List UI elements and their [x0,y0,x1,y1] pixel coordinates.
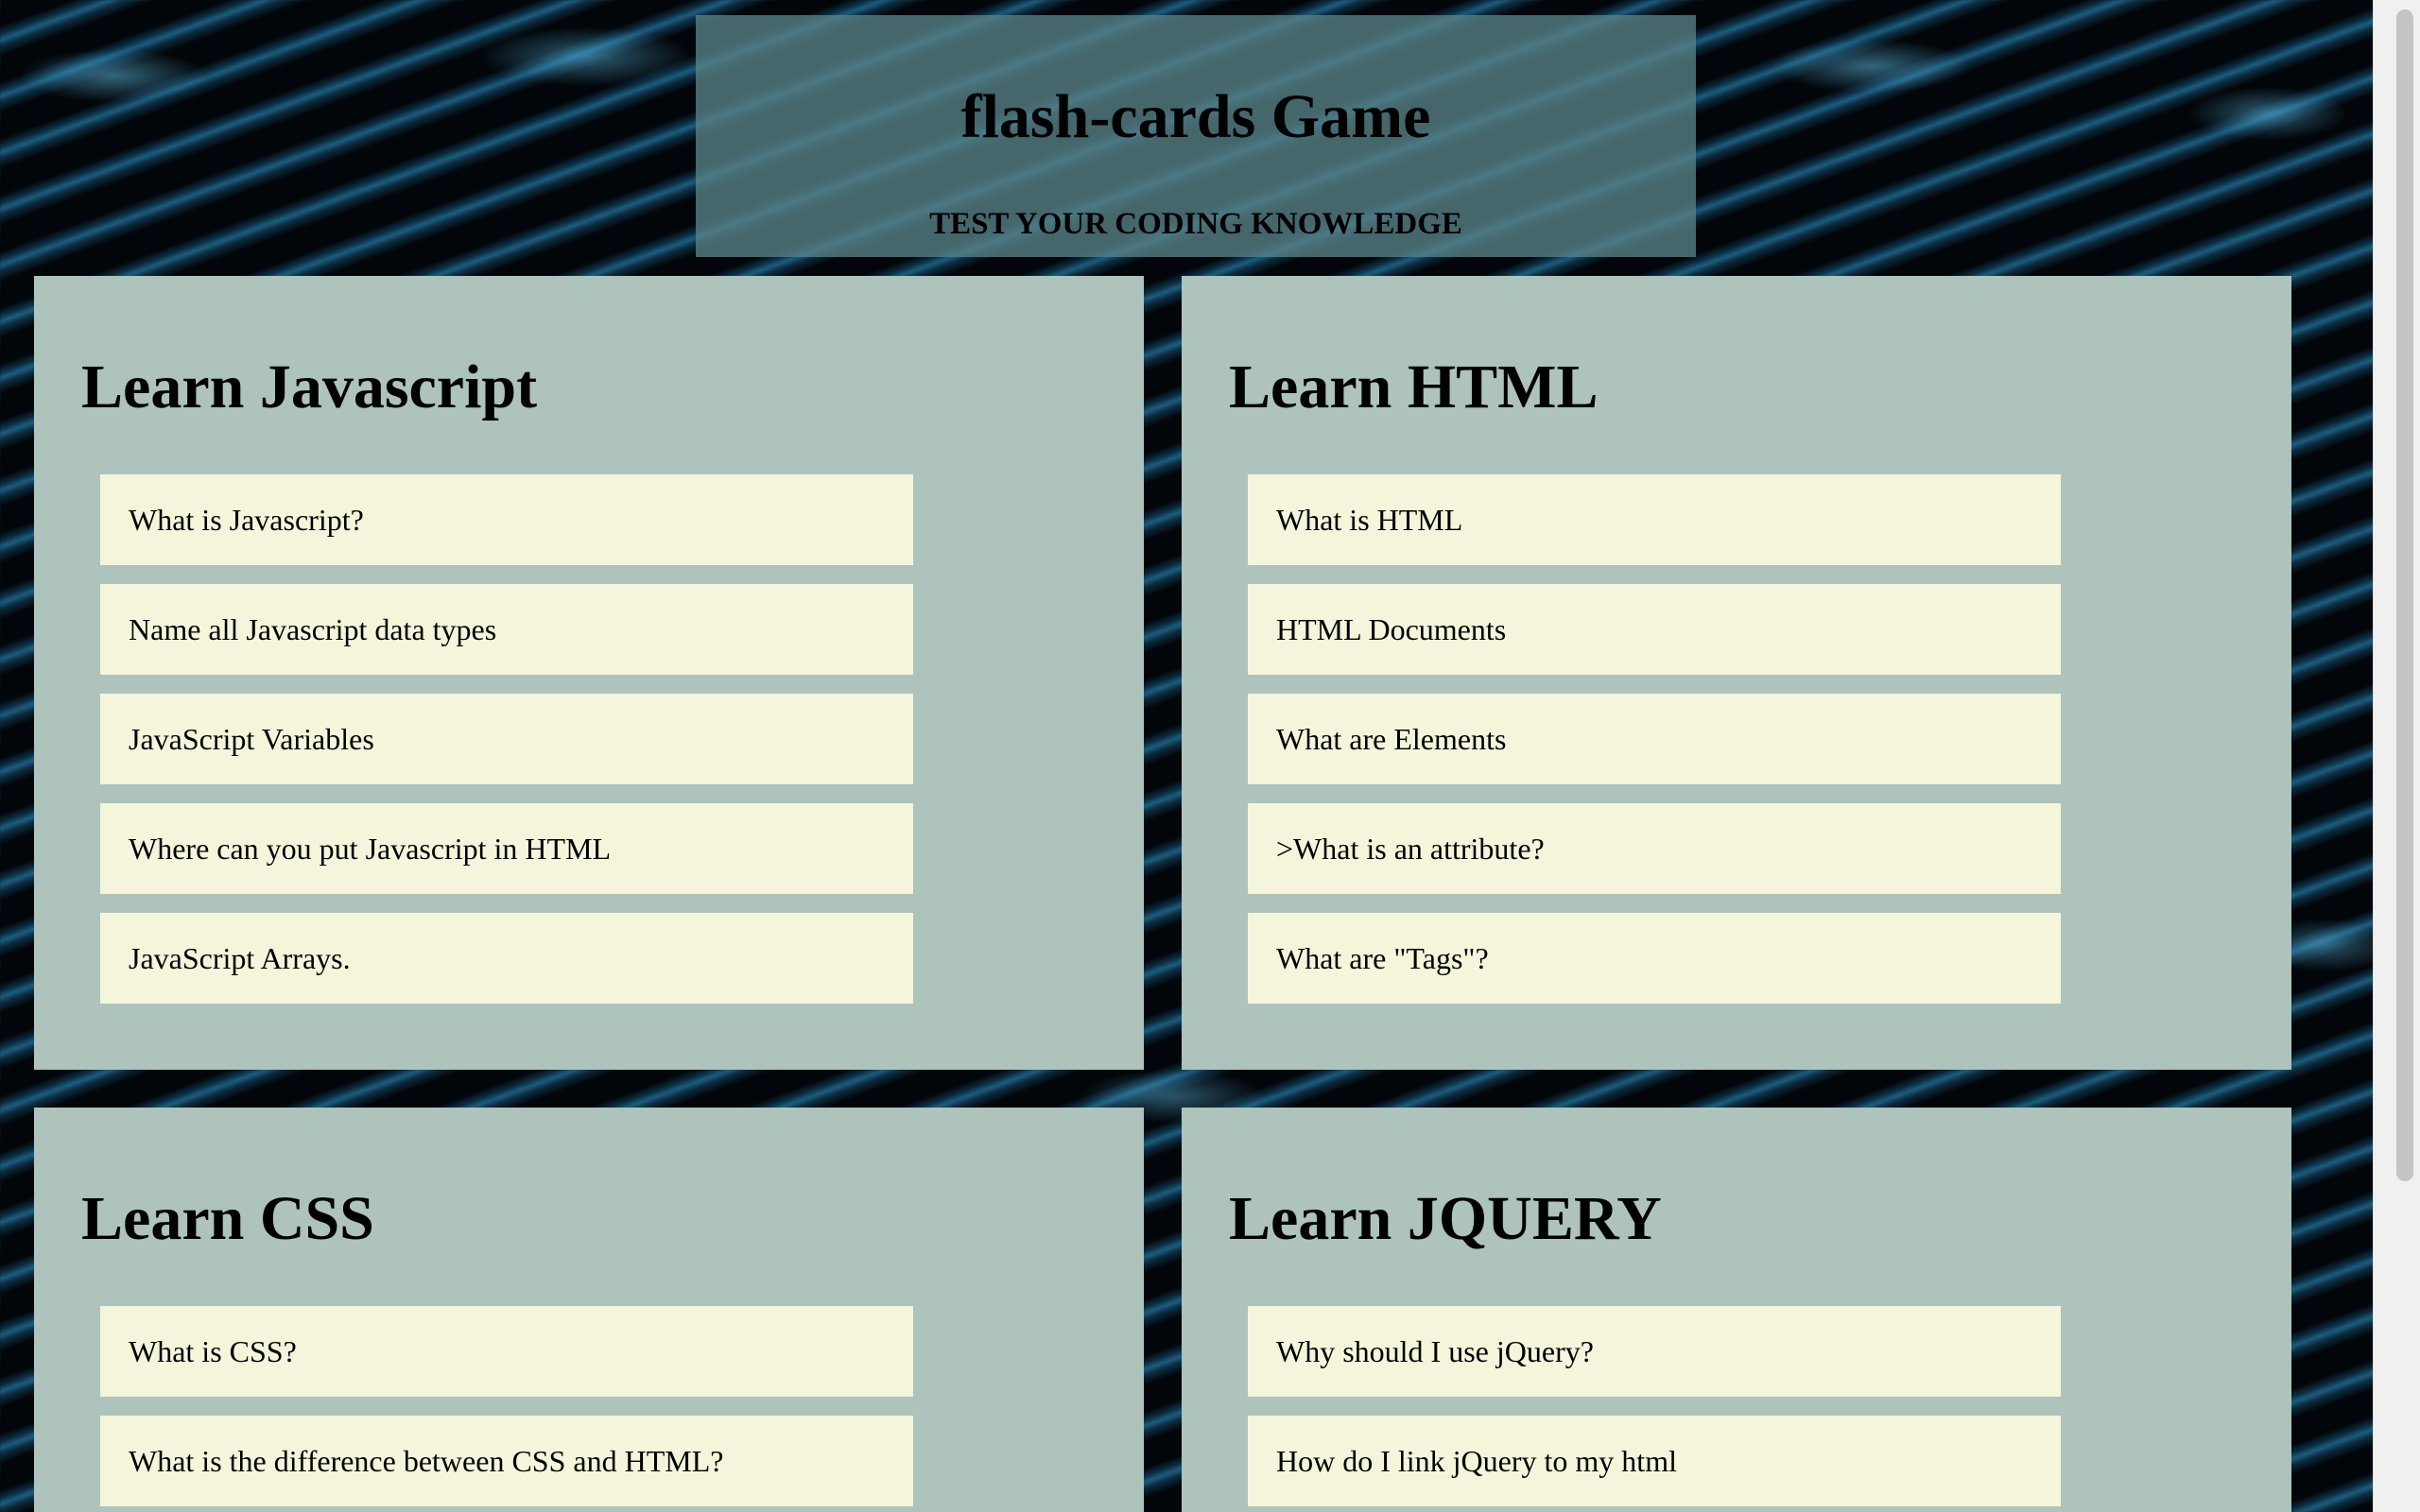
section-title: Learn HTML [1229,352,1599,421]
page-title: flash-cards Game [960,82,1431,151]
flash-card[interactable]: Name all Javascript data types [100,584,913,675]
flash-card[interactable]: What is HTML [1248,474,2061,565]
section-title: Learn JQUERY [1229,1184,1662,1253]
section-css: Learn CSS What is CSS? What is the diffe… [34,1108,1144,1512]
flash-card[interactable]: Why should I use jQuery? [1248,1306,2061,1397]
card-list: Why should I use jQuery? How do I link j… [1248,1306,2061,1512]
header-banner: flash-cards Game TEST YOUR CODING KNOWLE… [696,15,1696,257]
section-title: Learn Javascript [81,352,538,421]
card-list: What is HTML HTML Documents What are Ele… [1248,474,2061,1022]
card-list: What is Javascript? Name all Javascript … [100,474,913,1022]
flash-card[interactable]: What is the difference between CSS and H… [100,1416,913,1506]
section-javascript: Learn Javascript What is Javascript? Nam… [34,276,1144,1070]
scrollbar-thumb[interactable] [2396,9,2413,1181]
flash-card[interactable]: HTML Documents [1248,584,2061,675]
flash-card[interactable]: What is CSS? [100,1306,913,1397]
section-jquery: Learn JQUERY Why should I use jQuery? Ho… [1182,1108,2291,1512]
flash-card[interactable]: >What is an attribute? [1248,803,2061,894]
flash-card[interactable]: JavaScript Variables [100,694,913,784]
card-list: What is CSS? What is the difference betw… [100,1306,913,1512]
flash-card[interactable]: What is Javascript? [100,474,913,565]
vertical-scrollbar[interactable] [2373,0,2420,1512]
flash-card[interactable]: Where can you put Javascript in HTML [100,803,913,894]
section-title: Learn CSS [81,1184,374,1253]
flash-card[interactable]: What are "Tags"? [1248,913,2061,1004]
flash-card[interactable]: How do I link jQuery to my html [1248,1416,2061,1506]
page-subtitle: TEST YOUR CODING KNOWLEDGE [929,207,1462,241]
page: flash-cards Game TEST YOUR CODING KNOWLE… [0,0,2373,1512]
flash-card[interactable]: JavaScript Arrays. [100,913,913,1004]
section-html: Learn HTML What is HTML HTML Documents W… [1182,276,2291,1070]
flash-card[interactable]: What are Elements [1248,694,2061,784]
